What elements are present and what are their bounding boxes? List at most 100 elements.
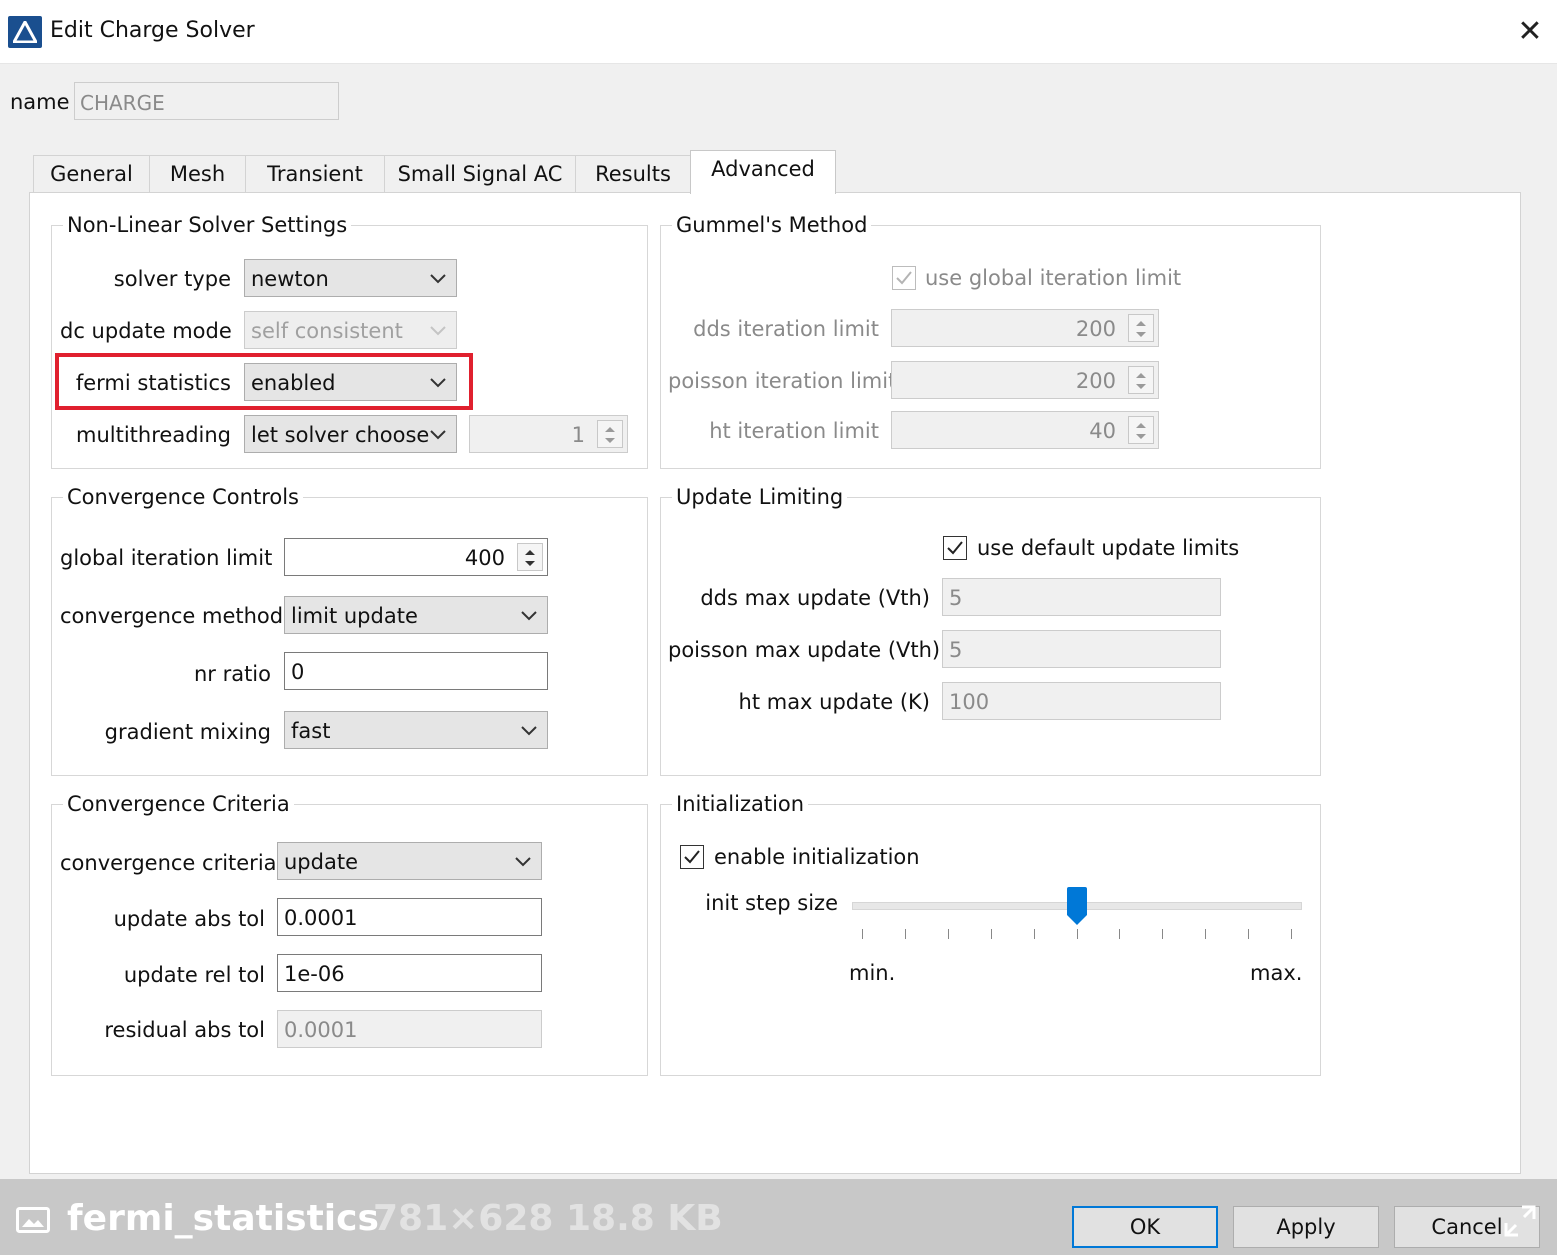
tab-general[interactable]: General (33, 155, 150, 193)
chevron-down-icon (430, 326, 446, 336)
residual-abs-tol-input[interactable]: 0.0001 (277, 1010, 542, 1048)
tab-advanced[interactable]: Advanced (690, 150, 836, 194)
slider-tick (862, 929, 863, 939)
use-global-iteration-label: use global iteration limit (925, 266, 1182, 290)
gradient-mixing-label: gradient mixing (104, 720, 271, 744)
dds-iteration-spinbox[interactable]: 200 (891, 309, 1159, 347)
slider-tick (1205, 929, 1207, 939)
use-default-update-limits-checkbox[interactable] (943, 536, 967, 560)
convergence-method-dropdown[interactable]: limit update (284, 596, 548, 634)
name-label: name (10, 90, 70, 114)
close-icon[interactable]: ✕ (1510, 12, 1550, 52)
slider-tick (1033, 929, 1035, 939)
update-abs-tol-input[interactable]: 0.0001 (277, 898, 542, 936)
slider-tick (904, 929, 906, 939)
gradient-mixing-dropdown[interactable]: fast (284, 711, 548, 749)
poisson-max-update-label: poisson max update (Vth) (668, 638, 941, 662)
name-input[interactable]: CHARGE (74, 82, 339, 120)
image-icon (16, 1207, 50, 1233)
global-iteration-limit-value: 400 (464, 546, 505, 570)
dds-max-update-input[interactable]: 5 (942, 578, 1221, 616)
dds-max-update-label: dds max update (Vth) (700, 586, 930, 610)
checkmark-icon (896, 271, 912, 285)
dc-update-mode-dropdown[interactable]: self consistent (244, 311, 457, 349)
slider-max-label: max. (1250, 961, 1303, 985)
dc-update-mode-label: dc update mode (60, 319, 232, 343)
chevron-down-icon (521, 726, 537, 736)
convergence-criteria-label: convergence criteria (60, 851, 277, 875)
update-abs-tol-label: update abs tol (113, 907, 265, 931)
use-default-update-limits-label: use default update limits (977, 536, 1240, 560)
chevron-down-icon (430, 274, 446, 284)
convergence-method-value: limit update (291, 604, 418, 628)
tab-mesh[interactable]: Mesh (149, 155, 246, 193)
image-file-name: fermi_statistics (67, 1198, 379, 1239)
convergence-criteria-dropdown[interactable]: update (277, 842, 542, 880)
solver-type-dropdown[interactable]: newton (244, 259, 457, 297)
convergence-criteria-title: Convergence Criteria (63, 792, 294, 816)
multithreading-label: multithreading (76, 423, 231, 447)
image-meta: 781×628 18.8 KB (373, 1198, 723, 1239)
slider-tick (1162, 929, 1164, 939)
ht-max-update-input[interactable]: 100 (942, 682, 1221, 720)
title-bar: Edit Charge Solver ✕ (0, 0, 1557, 64)
enable-initialization-checkbox[interactable] (680, 845, 704, 869)
dds-iteration-value: 200 (1075, 317, 1116, 341)
solver-type-label: solver type (113, 267, 231, 291)
apply-button[interactable]: Apply (1233, 1206, 1379, 1248)
ht-max-update-label: ht max update (K) (738, 690, 930, 714)
tab-small-signal-ac[interactable]: Small Signal AC (384, 155, 576, 193)
use-global-iteration-checkbox[interactable] (892, 266, 916, 290)
expand-icon[interactable] (1500, 1201, 1540, 1241)
update-limiting-title: Update Limiting (672, 485, 848, 509)
multithreading-value: let solver choose (251, 423, 430, 447)
spin-arrows-icon[interactable] (1128, 314, 1154, 342)
slider-tick (1119, 929, 1121, 939)
convergence-controls-title: Convergence Controls (63, 485, 303, 509)
initialization-title: Initialization (672, 792, 809, 816)
thread-count-spinbox[interactable]: 1 (469, 415, 628, 453)
thread-count-value: 1 (571, 423, 585, 447)
nr-ratio-label: nr ratio (193, 662, 271, 686)
ok-button[interactable]: OK (1072, 1206, 1218, 1248)
residual-abs-tol-label: residual abs tol (104, 1018, 265, 1042)
slider-tick (1248, 929, 1250, 939)
tab-results[interactable]: Results (575, 155, 691, 193)
ht-iteration-label: ht iteration limit (709, 419, 879, 443)
solver-type-value: newton (251, 267, 329, 291)
spin-arrows-icon[interactable] (1128, 416, 1154, 444)
dds-iteration-label: dds iteration limit (693, 317, 879, 341)
spin-arrows-icon[interactable] (1128, 366, 1154, 394)
spin-arrows-icon[interactable] (597, 420, 623, 448)
ht-iteration-spinbox[interactable]: 40 (891, 411, 1159, 449)
ht-iteration-value: 40 (1089, 419, 1116, 443)
update-rel-tol-label: update rel tol (123, 963, 265, 987)
spin-arrows-icon[interactable] (517, 543, 543, 571)
gummel-title: Gummel's Method (672, 213, 872, 237)
update-rel-tol-input[interactable]: 1e-06 (277, 954, 542, 992)
checkmark-icon (684, 850, 700, 864)
slider-tick (947, 929, 949, 939)
tab-transient[interactable]: Transient (245, 155, 385, 193)
poisson-iteration-label: poisson iteration limit (668, 369, 897, 393)
init-step-size-label: init step size (705, 891, 838, 915)
checkmark-icon (947, 541, 963, 555)
poisson-iteration-value: 200 (1075, 369, 1116, 393)
slider-tick (1291, 929, 1292, 939)
dc-update-mode-value: self consistent (251, 319, 403, 343)
poisson-max-update-input[interactable]: 5 (942, 630, 1221, 668)
slider-tick (990, 929, 992, 939)
convergence-method-label: convergence method (60, 604, 284, 628)
global-iteration-limit-spinbox[interactable]: 400 (284, 538, 548, 576)
multithreading-dropdown[interactable]: let solver choose (244, 415, 457, 453)
convergence-criteria-value: update (284, 850, 358, 874)
nr-ratio-input[interactable]: 0 (284, 652, 548, 690)
init-step-slider-thumb[interactable] (1066, 887, 1088, 927)
fermi-statistics-highlight (55, 353, 473, 410)
chevron-down-icon (430, 430, 446, 440)
gradient-mixing-value: fast (291, 719, 331, 743)
nonlinear-solver-title: Non-Linear Solver Settings (63, 213, 352, 237)
window-title: Edit Charge Solver (50, 18, 255, 43)
app-triangle-icon (8, 16, 42, 48)
poisson-iteration-spinbox[interactable]: 200 (891, 361, 1159, 399)
